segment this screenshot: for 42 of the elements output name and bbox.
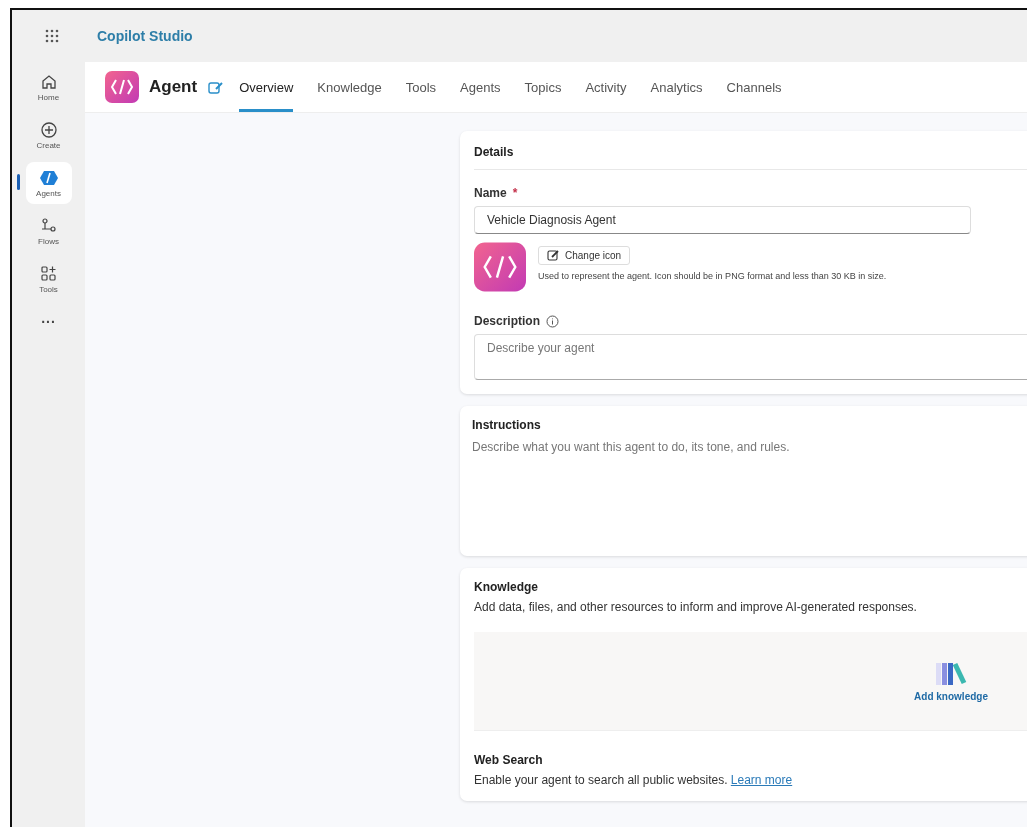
name-field[interactable]: Vehicle Diagnosis Agent [474, 206, 971, 234]
more-button[interactable]: ... [41, 310, 56, 326]
app-title[interactable]: Copilot Studio [97, 28, 193, 44]
tab[interactable]: Analytics [650, 62, 703, 112]
tools-icon [39, 264, 58, 283]
web-search-text: Enable your agent to search all public websites. [474, 773, 728, 787]
field-label: Description [474, 314, 540, 328]
agent-logo-icon [105, 71, 139, 103]
agent-name: Agent [149, 77, 198, 97]
nav-item[interactable]: Home [25, 66, 72, 108]
info-icon[interactable] [546, 314, 559, 328]
plus-circle-icon [39, 120, 58, 139]
nav-item[interactable]: Flows [25, 210, 72, 252]
card-subtitle: Add data, files, and other resources to inform and improve AI-generated responses. [474, 600, 918, 614]
description-field[interactable]: Describe your agent [474, 334, 1027, 380]
icon-hint: Used to represent the agent. Icon should be in PNG format and less than 30 KB in size. [538, 271, 887, 281]
learn-more-link[interactable]: Learn more [730, 773, 793, 787]
change-icon-button[interactable]: Change icon [538, 246, 631, 265]
nav-item[interactable]: Create [25, 114, 72, 156]
app-launcher-icon[interactable] [45, 29, 59, 43]
flows-icon [39, 216, 58, 235]
tab[interactable]: Topics [524, 62, 562, 112]
nav-item[interactable]: Tools [25, 258, 72, 300]
edit-icon [547, 249, 560, 262]
books-icon [934, 660, 969, 687]
agents-icon [38, 168, 59, 187]
add-knowledge-button[interactable]: Add knowledge [914, 660, 988, 702]
tab[interactable]: Overview [239, 62, 294, 112]
section-title: Web Search [474, 753, 544, 767]
field-label: Name [474, 186, 507, 200]
instructions-card[interactable]: Instructions Describe what you want this agent to do, its tone, and rules. [460, 406, 1027, 556]
agent-status-icon [207, 79, 224, 95]
tab[interactable]: Channels [726, 62, 782, 112]
card-title: Details [474, 143, 1027, 170]
card-title: Instructions [472, 418, 542, 432]
agent-logo-icon [474, 242, 526, 292]
tab[interactable]: Agents [460, 62, 501, 112]
tab[interactable]: Knowledge [317, 62, 382, 112]
tab[interactable]: Activity [585, 62, 627, 112]
card-title: Knowledge [474, 580, 539, 594]
tab[interactable]: Tools [405, 62, 437, 112]
required-mark: * [512, 186, 518, 200]
